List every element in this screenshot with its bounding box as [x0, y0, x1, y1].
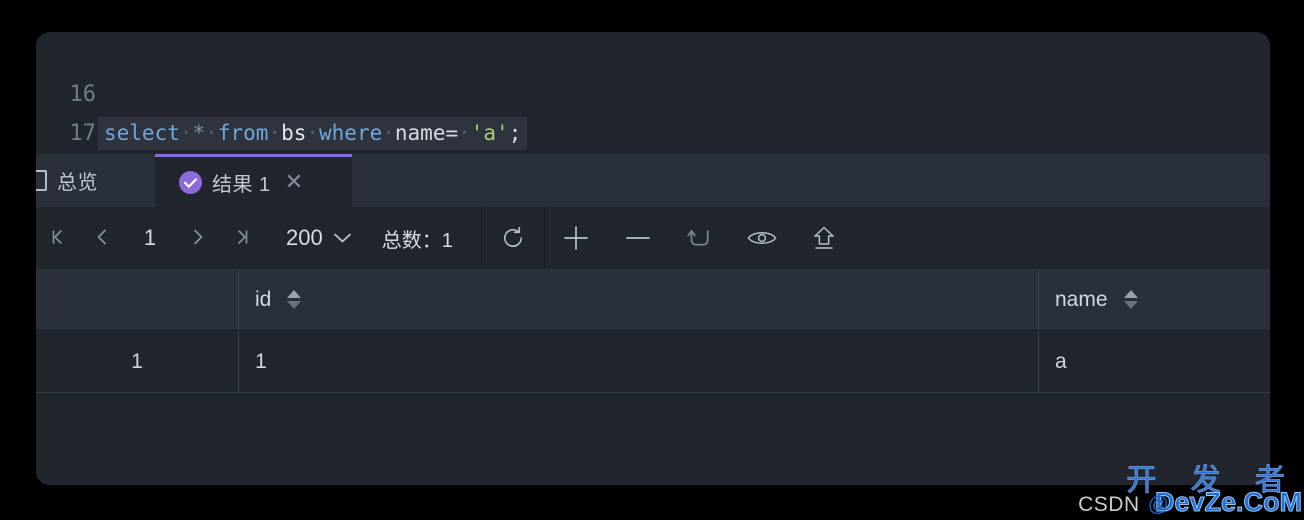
current-page-number[interactable]: 1: [124, 225, 176, 251]
result-panel: 16 17 select·*·from·bs·where·name=·'a'; …: [36, 32, 1270, 485]
tab-result-1-label: 结果 1: [212, 173, 271, 196]
cell-name[interactable]: a: [1039, 331, 1270, 392]
add-row-icon[interactable]: [545, 207, 607, 269]
table-empty-area: [36, 393, 1270, 485]
total-count-label: 总数：1: [381, 229, 453, 252]
page-size-select[interactable]: 200: [264, 225, 352, 251]
check-circle-icon: [179, 170, 202, 194]
sql-token-keyword: from: [217, 121, 269, 145]
tab-result-1[interactable]: 结果 1 ✕: [155, 154, 352, 207]
sql-editor[interactable]: 16 17 select·*·from·bs·where·name=·'a'; …: [36, 32, 1270, 185]
result-toolbar: 1 200 总数：1: [36, 207, 1270, 270]
cell-id[interactable]: 1: [239, 331, 1039, 392]
sql-token-keyword: where: [319, 121, 383, 145]
sql-token-space: ·: [205, 121, 218, 145]
sql-token-table: bs: [281, 121, 307, 145]
column-header-name-label: name: [1055, 287, 1108, 311]
result-grid: id name 1 1 a: [36, 269, 1270, 485]
sql-token-column: name=: [394, 121, 459, 145]
column-header-id[interactable]: id: [239, 269, 1039, 330]
result-tab-bar: 总览 结果 1 ✕: [36, 154, 1270, 207]
sql-token-semicolon: ;: [508, 121, 522, 145]
page-size-value: 200: [286, 225, 323, 250]
delete-row-icon[interactable]: [607, 207, 669, 269]
sort-arrows-icon[interactable]: [287, 290, 302, 309]
refresh-icon[interactable]: [482, 207, 544, 269]
column-header-id-label: id: [255, 287, 272, 311]
tab-overview[interactable]: 总览: [36, 154, 155, 207]
sql-token-space: ·: [382, 121, 395, 145]
tab-bar-filler: [352, 154, 1270, 207]
line-number: 16: [69, 81, 97, 107]
export-icon[interactable]: [793, 207, 855, 269]
editor-line-17: 17 select·*·from·bs·where·name=·'a';: [36, 113, 528, 153]
tab-overview-label: 总览: [57, 172, 98, 194]
table-row[interactable]: 1 1 a: [36, 331, 1270, 393]
sql-token-keyword: select: [104, 121, 180, 145]
sql-token-space: ·: [458, 121, 471, 145]
last-page-button[interactable]: [220, 223, 264, 254]
column-header-rownum[interactable]: [36, 269, 239, 330]
overview-icon: [36, 170, 47, 191]
pagination-controls: 1: [36, 207, 264, 269]
table-header-row: id name: [36, 269, 1270, 331]
sql-token-space: ·: [268, 121, 282, 145]
sql-token-space: ·: [179, 121, 193, 145]
chevron-down-icon: [333, 229, 352, 247]
sort-arrows-icon[interactable]: [1123, 290, 1138, 309]
first-page-button[interactable]: [36, 223, 80, 254]
sql-token-space: ·: [306, 121, 320, 145]
watermark-bottom: CSDN @ DevZe.CoM: [1078, 487, 1302, 518]
sql-token-string: 'a': [470, 121, 509, 145]
undo-icon[interactable]: [669, 207, 731, 269]
prev-page-button[interactable]: [80, 223, 124, 254]
watermark-csdn: CSDN: [1078, 493, 1140, 516]
sql-token-star: *: [192, 121, 206, 145]
sql-statement[interactable]: select·*·from·bs·where·name=·'a';: [96, 117, 528, 150]
watermark-at: @: [1147, 493, 1169, 516]
editor-line-16: 16: [36, 74, 97, 114]
screenshot-root: 16 17 select·*·from·bs·where·name=·'a'; …: [0, 0, 1304, 520]
watermark-site: DevZe.CoM: [1154, 487, 1302, 518]
close-icon[interactable]: ✕: [285, 171, 303, 193]
column-header-name[interactable]: name: [1039, 269, 1270, 330]
preview-icon[interactable]: [731, 207, 793, 269]
cell-rownum: 1: [36, 331, 239, 392]
next-page-button[interactable]: [176, 223, 220, 254]
line-number: 17: [69, 120, 97, 146]
